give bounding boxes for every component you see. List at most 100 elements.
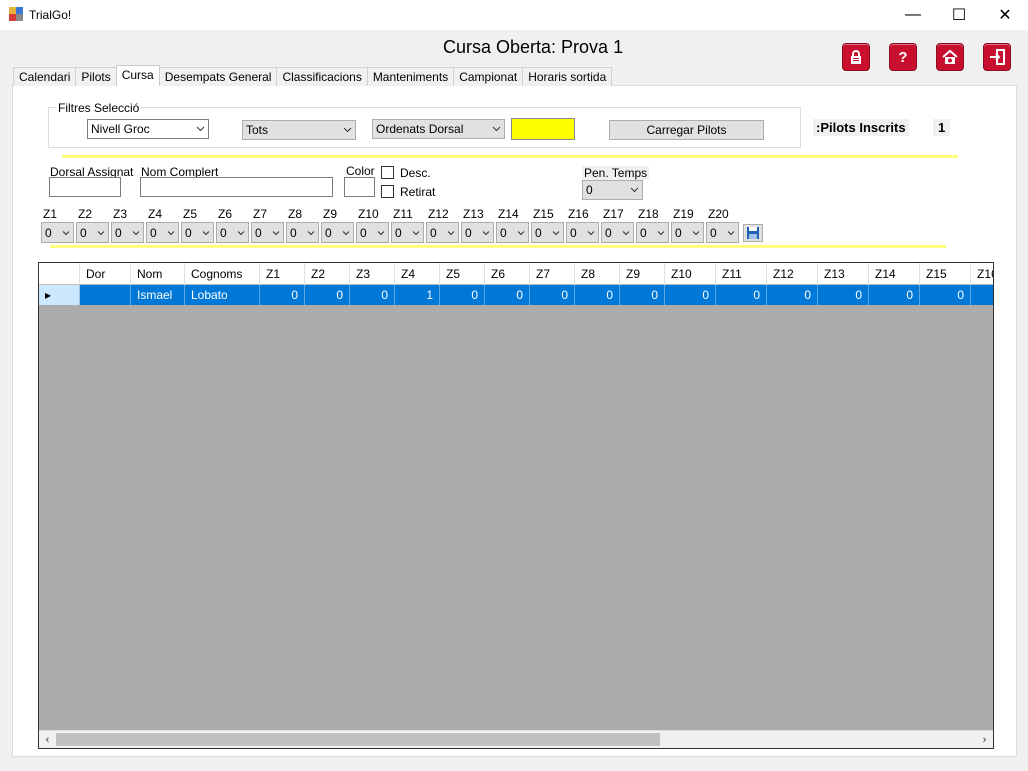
column-header-z4[interactable]: Z4 (395, 263, 440, 285)
home-button[interactable] (936, 43, 964, 71)
scroll-right-arrow[interactable]: › (976, 731, 993, 748)
grid-cell[interactable]: Ismael (131, 285, 185, 305)
column-header-z2[interactable]: Z2 (305, 263, 350, 285)
grid-cell[interactable]: 0 (869, 285, 920, 305)
zone-select-14[interactable]: 0 (496, 222, 529, 243)
column-header-z1[interactable]: Z1 (260, 263, 305, 285)
zone-select-4[interactable]: 0 (146, 222, 179, 243)
zone-select-value: 0 (710, 226, 717, 240)
column-header-z9[interactable]: Z9 (620, 263, 665, 285)
column-header-z10[interactable]: Z10 (665, 263, 716, 285)
column-header-z15[interactable]: Z15 (920, 263, 971, 285)
tab-calendari[interactable]: Calendari (13, 67, 77, 86)
zone-select-6[interactable]: 0 (216, 222, 249, 243)
grid-cell[interactable]: 0 (440, 285, 485, 305)
load-pilots-button[interactable]: Carregar Pilots (609, 120, 764, 140)
exit-button[interactable] (983, 43, 1011, 71)
registered-pilots-label: :Pilots Inscrits (813, 119, 909, 136)
column-header-z13[interactable]: Z13 (818, 263, 869, 285)
lock-button[interactable] (842, 43, 870, 71)
grid-cell[interactable]: 0 (818, 285, 869, 305)
zone-select-8[interactable]: 0 (286, 222, 319, 243)
column-header-z16[interactable]: Z16 (971, 263, 993, 285)
tab-desempats-general[interactable]: Desempats General (158, 67, 278, 86)
grid-cell[interactable]: Lobato (185, 285, 260, 305)
tab-manteniments[interactable]: Manteniments (366, 67, 455, 86)
zone-select-5[interactable]: 0 (181, 222, 214, 243)
grid-cell[interactable]: 0 (665, 285, 716, 305)
zone-select-1[interactable]: 0 (41, 222, 74, 243)
grid-cell[interactable]: 0 (575, 285, 620, 305)
column-header-z6[interactable]: Z6 (485, 263, 530, 285)
grid-cell[interactable]: 0 (260, 285, 305, 305)
color-swatch[interactable] (511, 118, 575, 140)
grid-cell[interactable]: 0 (767, 285, 818, 305)
tab-cursa[interactable]: Cursa (115, 65, 160, 86)
race-title: Cursa Oberta: Prova 1 (443, 37, 624, 57)
level-select[interactable]: Nivell Groc (87, 119, 209, 139)
column-header-z3[interactable]: Z3 (350, 263, 395, 285)
tab-horaris-sortida[interactable]: Horaris sortida (522, 67, 613, 86)
zone-select-10[interactable]: 0 (356, 222, 389, 243)
zone-select-19[interactable]: 0 (671, 222, 704, 243)
retired-checkbox[interactable] (381, 185, 394, 198)
tab-pilots[interactable]: Pilots (75, 67, 117, 86)
grid-cell[interactable]: 0 (305, 285, 350, 305)
column-header-z11[interactable]: Z11 (716, 263, 767, 285)
close-button[interactable]: ✕ (982, 0, 1028, 30)
column-header-z12[interactable]: Z12 (767, 263, 818, 285)
column-header-z5[interactable]: Z5 (440, 263, 485, 285)
zone-select-3[interactable]: 0 (111, 222, 144, 243)
zone-select-12[interactable]: 0 (426, 222, 459, 243)
grid-cell[interactable]: 0 (350, 285, 395, 305)
horizontal-scrollbar[interactable]: ‹ › (39, 730, 993, 748)
scrollbar-thumb[interactable] (56, 733, 660, 746)
column-header-z7[interactable]: Z7 (530, 263, 575, 285)
column-header-dor[interactable]: Dor (80, 263, 131, 285)
full-name-input[interactable] (140, 177, 333, 197)
scope-select[interactable]: Tots (242, 120, 356, 140)
grid-cell[interactable]: 0 (620, 285, 665, 305)
table-row[interactable]: ▸ Ismael Lobato 0 0 0 1 0 0 0 0 0 0 0 0 0 0 0 (39, 285, 993, 305)
chevron-down-icon (167, 231, 175, 236)
zone-select-18[interactable]: 0 (636, 222, 669, 243)
column-header-cognoms[interactable]: Cognoms (185, 263, 260, 285)
grid-cell[interactable]: 0 (530, 285, 575, 305)
tab-classificacions[interactable]: Classificacions (276, 67, 368, 86)
grid-cell[interactable] (80, 285, 131, 305)
zone-select-15[interactable]: 0 (531, 222, 564, 243)
zone-select-17[interactable]: 0 (601, 222, 634, 243)
scroll-left-arrow[interactable]: ‹ (39, 731, 56, 748)
pilots-grid[interactable]: Dor Nom Cognoms Z1 Z2 Z3 Z4 Z5 Z6 Z7 Z8 Z9 Z10 Z11 Z12… (38, 262, 994, 749)
order-select[interactable]: Ordenats Dorsal (372, 119, 505, 139)
zone-select-20[interactable]: 0 (706, 222, 739, 243)
row-selector[interactable]: ▸ (39, 285, 80, 305)
grid-cell[interactable]: 1 (395, 285, 440, 305)
column-header-z14[interactable]: Z14 (869, 263, 920, 285)
zone-select-11[interactable]: 0 (391, 222, 424, 243)
zone-select-2[interactable]: 0 (76, 222, 109, 243)
help-button[interactable]: ? (889, 43, 917, 71)
desc-checkbox[interactable] (381, 166, 394, 179)
grid-cell[interactable]: 0 (485, 285, 530, 305)
zone-select-16[interactable]: 0 (566, 222, 599, 243)
pilot-color-box[interactable] (344, 177, 375, 197)
column-header-z8[interactable]: Z8 (575, 263, 620, 285)
save-icon[interactable] (743, 224, 763, 242)
zone-label-8: Z8 (288, 207, 303, 221)
column-header-nom[interactable]: Nom (131, 263, 185, 285)
grid-cell[interactable]: 0 (920, 285, 971, 305)
tab-campionat[interactable]: Campionat (453, 67, 524, 86)
zone-select-value: 0 (325, 226, 332, 240)
maximize-button[interactable]: ☐ (936, 0, 982, 30)
grid-cell[interactable] (971, 285, 993, 305)
minimize-button[interactable]: — (890, 0, 936, 30)
row-header-corner[interactable] (39, 263, 80, 285)
zone-select-9[interactable]: 0 (321, 222, 354, 243)
dorsal-input[interactable] (49, 177, 121, 197)
penalty-select[interactable]: 0 (582, 180, 643, 200)
zone-select-7[interactable]: 0 (251, 222, 284, 243)
grid-cell[interactable]: 0 (716, 285, 767, 305)
zone-label-1: Z1 (43, 207, 58, 221)
zone-select-13[interactable]: 0 (461, 222, 494, 243)
